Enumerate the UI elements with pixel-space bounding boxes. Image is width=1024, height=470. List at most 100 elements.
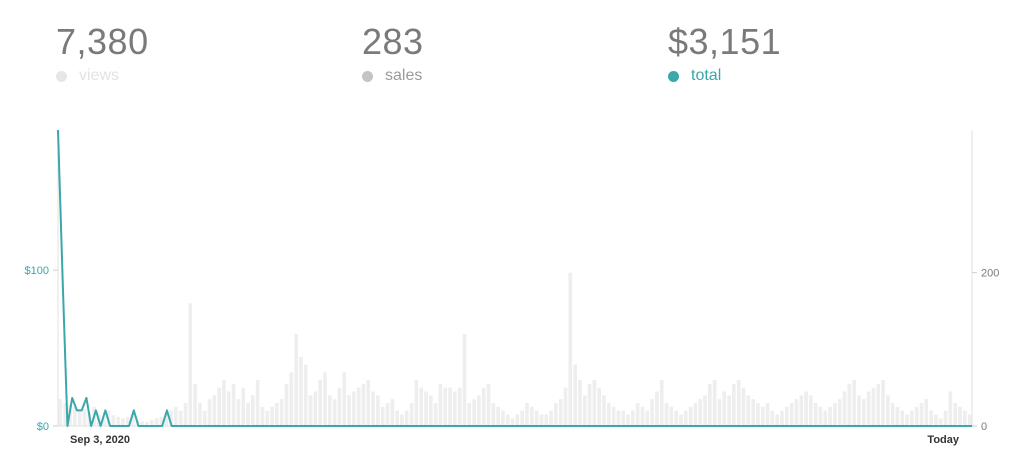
views-bar — [881, 379, 885, 426]
views-bar — [467, 402, 472, 426]
views-bar — [111, 415, 116, 426]
views-bar — [491, 402, 496, 426]
views-bar — [390, 399, 395, 426]
views-bar — [448, 387, 452, 426]
views-bar — [337, 387, 342, 426]
views-bar — [443, 387, 448, 426]
views-bar — [659, 379, 664, 426]
views-bar — [847, 383, 852, 426]
views-bar — [400, 414, 404, 426]
views-bar — [515, 414, 520, 426]
views-bar — [251, 395, 255, 426]
views-bar — [833, 402, 837, 426]
views-bar — [395, 410, 399, 426]
views-bar — [784, 406, 789, 426]
views-bar — [664, 402, 669, 426]
views-bar — [246, 402, 250, 426]
views-bar — [616, 410, 621, 426]
views-bar — [510, 418, 515, 426]
views-bar — [746, 395, 751, 426]
views-bar — [429, 395, 433, 426]
views-bar — [505, 414, 510, 426]
views-bar — [207, 399, 212, 426]
views-bar — [669, 406, 674, 426]
views-bar — [361, 383, 366, 426]
views-bar — [861, 399, 866, 426]
views-bar — [573, 364, 577, 426]
views-bar — [154, 418, 159, 426]
views-bar — [563, 387, 568, 426]
views-bar — [587, 383, 592, 426]
views-bar — [698, 399, 703, 426]
views-bar — [765, 402, 770, 426]
total-line — [57, 129, 972, 427]
views-bar — [948, 391, 953, 426]
views-bar — [924, 399, 929, 426]
views-bar — [202, 410, 207, 426]
views-bar — [650, 399, 654, 426]
views-bar — [635, 402, 640, 426]
views-bar — [520, 410, 525, 426]
views-bar — [967, 414, 972, 426]
sales-chart[interactable]: $0 $100 0 200 Sep 3, 2020 Today — [0, 0, 1024, 470]
views-bar — [597, 387, 601, 426]
views-bar — [582, 395, 587, 426]
right-tick-label: 200 — [981, 268, 999, 280]
views-bar — [198, 402, 202, 426]
views-bar — [760, 406, 765, 426]
views-bar — [477, 395, 481, 426]
views-bar — [886, 395, 890, 426]
views-bar — [828, 406, 832, 426]
views-bar — [578, 379, 582, 426]
views-bar — [770, 410, 775, 426]
views-bar — [260, 406, 265, 426]
views-bar — [712, 379, 717, 426]
views-bar — [270, 406, 274, 426]
views-bar — [385, 402, 390, 426]
x-start-label: Sep 3, 2020 — [70, 434, 130, 446]
views-bar — [289, 372, 294, 426]
views-bar — [255, 379, 260, 426]
views-bar — [303, 364, 308, 426]
views-bar — [890, 402, 895, 426]
views-bar — [236, 399, 241, 426]
views-bar — [433, 402, 438, 426]
views-bar — [871, 387, 876, 426]
views-bar — [722, 391, 727, 426]
views-bar — [611, 406, 616, 426]
views-bar — [962, 410, 967, 426]
views-bar — [929, 410, 933, 426]
views-bar — [876, 383, 880, 426]
views-bar — [717, 399, 722, 426]
views-bar — [539, 414, 544, 426]
views-bar — [356, 387, 361, 426]
views-bar — [462, 333, 467, 426]
views-bar — [732, 383, 736, 426]
views-bar — [756, 402, 760, 426]
views-bar — [226, 391, 231, 426]
views-bar — [910, 410, 914, 426]
views-bar — [409, 402, 414, 426]
views-bar — [327, 395, 332, 426]
views-bar — [866, 391, 871, 426]
views-bar — [82, 409, 87, 426]
views-bar — [58, 399, 63, 426]
views-bar — [558, 399, 563, 426]
views-bar — [818, 406, 823, 426]
views-bar — [938, 418, 943, 426]
views-bar — [857, 395, 861, 426]
views-bar — [842, 391, 847, 426]
views-bar — [481, 387, 486, 426]
views-bar — [231, 383, 236, 426]
views-bar — [780, 410, 784, 426]
views-bar — [837, 399, 842, 426]
views-bar — [914, 406, 919, 426]
views-bar — [453, 391, 457, 426]
views-bar — [313, 391, 318, 426]
views-bar — [438, 383, 443, 426]
views-bar — [380, 406, 385, 426]
views-bar — [683, 410, 688, 426]
views-bar — [193, 383, 197, 426]
views-bar — [549, 410, 553, 426]
views-bar — [530, 406, 534, 426]
